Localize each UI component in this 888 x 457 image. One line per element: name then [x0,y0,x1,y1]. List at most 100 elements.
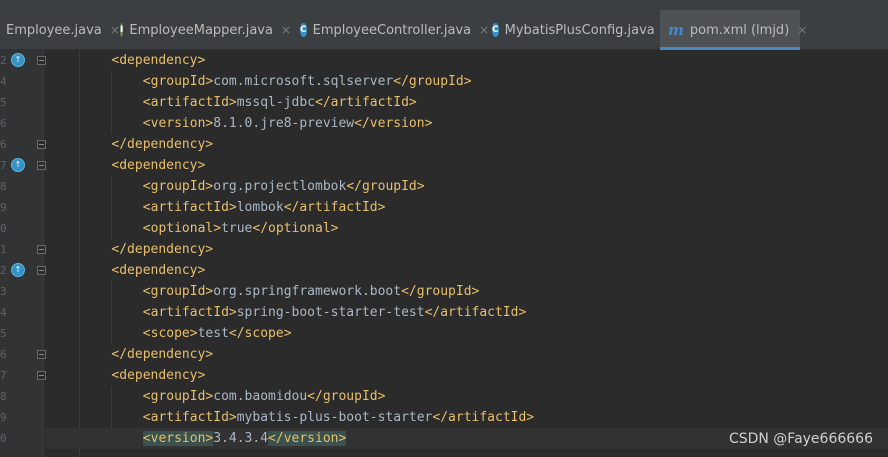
close-icon[interactable]: × [479,23,489,37]
code-line[interactable]: <artifactId>spring-boot-starter-test</ar… [45,302,888,323]
dependency-gutter-icon[interactable]: ↑ [11,158,25,172]
xml-text: org.projectlombok [213,179,347,194]
tab-employeemapper-java[interactable]: I EmployeeMapper.java × [120,10,291,50]
line-number: 8 [0,180,7,193]
code-editor[interactable]: <dependency> <groupId>com.microsoft.sqlse… [45,50,888,457]
code-content: <version>3.4.3.4</version> [142,428,347,449]
code-content: </dependency> [111,134,213,155]
xml-tag: <artifactId> [142,200,237,215]
tab-employeecontroller-java[interactable]: C EmployeeController.java × [300,10,489,50]
maven-icon: m [668,21,684,39]
code-content: <groupId>com.baomidou</groupId> [143,386,386,407]
xml-tag: </artifactId> [315,95,417,110]
xml-tag: <dependency> [111,53,206,68]
code-line[interactable]: <dependency> [45,155,888,176]
line-number: 2 [0,54,7,67]
code-line[interactable]: <groupId>org.projectlombok</groupId> [45,176,888,197]
code-content: <dependency> [111,260,205,281]
code-line[interactable]: <groupId>org.springframework.boot</group… [45,281,888,302]
line-number: 0 [0,432,7,445]
line-number: 2 [0,264,7,277]
code-content: <dependency> [111,155,205,176]
code-content: </dependency> [111,344,213,365]
code-content: </dependency> [111,239,213,260]
editor-tab-bar: Employee.java × I EmployeeMapper.java × C Empl… [0,0,888,50]
line-number: 3 [0,285,7,298]
line-gutter: 2 4 5 6 6 7 8 9 0 1 2 3 4 5 6 7 8 9 0 ↑ ↑ ↑ [0,50,46,457]
xml-tag: <optional> [142,221,222,236]
code-line[interactable]: <artifactId>lombok</artifactId> [45,197,888,218]
xml-text: com.baomidou [213,389,308,404]
xml-tag: </groupId> [307,389,386,404]
xml-tag: <groupId> [142,74,214,89]
line-number: 4 [0,306,7,319]
tab-label: MybatisPlusConfig.java [504,22,655,38]
code-line[interactable]: <groupId>com.microsoft.sqlserver</groupI… [45,71,888,92]
tab-pom-xml-lmjd[interactable]: m pom.xml (lmjd) × [660,10,807,50]
code-line[interactable]: <artifactId>mybatis-plus-boot-starter</a… [45,407,888,428]
xml-tag: <artifactId> [142,305,237,320]
xml-tag: <groupId> [142,389,214,404]
xml-text: mssql-jdbc [236,95,315,110]
code-line[interactable]: <optional>true</optional> [45,218,888,239]
xml-tag: <dependency> [111,158,206,173]
code-content: <version>8.1.0.jre8-preview</version> [143,113,433,134]
code-content: <dependency> [111,50,205,71]
xml-tag: </artifactId> [424,305,527,320]
code-line[interactable]: </dependency> [45,344,888,365]
xml-tag: </artifactId> [283,200,386,215]
code-content: <groupId>org.projectlombok</groupId> [143,176,425,197]
code-content: <groupId>org.springframework.boot</group… [143,281,480,302]
code-line[interactable]: <dependency> [45,50,888,71]
xml-tag: </groupId> [393,74,472,89]
tab-mybatisplusconfig-java[interactable]: CMybatisPlusConfig.java× [492,10,673,50]
xml-text: true [221,221,253,236]
xml-tag: <scope> [142,326,198,341]
xml-tag: </dependency> [111,137,214,152]
xml-tag: <groupId> [142,179,214,194]
xml-tag: </dependency> [111,242,214,257]
tab-label: EmployeeController.java [312,22,472,38]
line-number: 5 [0,327,7,340]
code-line[interactable]: </dependency> [45,239,888,260]
code-content: <optional>true</optional> [143,218,339,239]
xml-text: test [197,326,229,341]
dependency-gutter-icon[interactable]: ↑ [11,263,25,277]
tab-label: EmployeeMapper.java [129,22,273,38]
close-icon[interactable]: × [281,23,291,37]
code-content: <dependency> [111,365,205,386]
line-number: 9 [0,201,7,214]
code-line[interactable]: </dependency> [45,134,888,155]
line-number: 7 [0,369,7,382]
code-content: <artifactId>lombok</artifactId> [143,197,386,218]
close-icon[interactable]: × [797,23,807,37]
line-number: 4 [0,75,7,88]
code-content: <artifactId>mybatis-plus-boot-starter</a… [143,407,534,428]
line-number: 9 [0,411,7,424]
tab-employee-java[interactable]: Employee.java × [6,10,120,50]
xml-tag: </scope> [228,326,292,341]
dependency-gutter-icon[interactable]: ↑ [11,53,25,67]
line-number: 6 [0,117,7,130]
class-icon: C [300,23,307,37]
code-line[interactable]: <dependency> [45,365,888,386]
tab-label: pom.xml (lmjd) [689,22,790,38]
code-content: <groupId>com.microsoft.sqlserver</groupI… [143,71,472,92]
line-number: 5 [0,96,7,109]
xml-tag: </version> [354,116,433,131]
code-line[interactable]: <dependency> [45,260,888,281]
xml-tag: </optional> [252,221,339,236]
line-number: 6 [0,348,7,361]
xml-tag: </groupId> [401,284,480,299]
xml-tag: <version> [142,116,214,131]
close-icon[interactable]: × [110,23,120,37]
xml-text: com.microsoft.sqlserver [213,74,394,89]
xml-tag: <version> [142,431,214,446]
xml-tag: </groupId> [346,179,425,194]
xml-tag: </version> [268,431,347,446]
code-line[interactable]: <scope>test</scope> [45,323,888,344]
code-line[interactable]: <version>8.1.0.jre8-preview</version> [45,113,888,134]
code-line[interactable]: <artifactId>mssql-jdbc</artifactId> [45,92,888,113]
watermark: CSDN @Faye666666 [728,431,873,447]
code-line[interactable]: <groupId>com.baomidou</groupId> [45,386,888,407]
